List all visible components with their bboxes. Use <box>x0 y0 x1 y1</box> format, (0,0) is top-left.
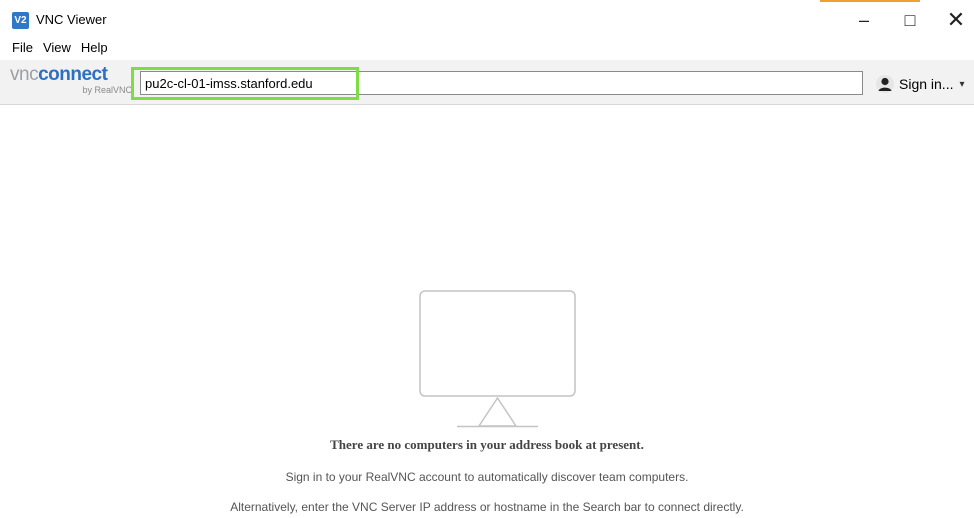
empty-state-search-hint: Alternatively, enter the VNC Server IP a… <box>230 500 744 514</box>
menu-bar: File View Help <box>0 40 108 58</box>
sign-in-button[interactable]: Sign in... ▾ <box>876 70 965 98</box>
search-input[interactable] <box>140 71 863 95</box>
chevron-down-icon[interactable]: ▾ <box>959 79 964 90</box>
logo-vnc-text: vnc <box>10 64 39 85</box>
empty-state-title: There are no computers in your address b… <box>330 437 644 452</box>
close-button[interactable]: ✕ <box>936 6 974 34</box>
menu-help[interactable]: Help <box>81 40 108 58</box>
maximize-button[interactable]: □ <box>890 6 930 34</box>
menu-file[interactable]: File <box>12 40 33 58</box>
menu-view[interactable]: View <box>43 40 71 58</box>
empty-state-signin-hint: Sign in to your RealVNC account to autom… <box>285 470 689 484</box>
vnc-connect-logo: vncconnect by RealVNC <box>10 64 132 95</box>
logo-subtitle: by RealVNC <box>82 85 132 95</box>
window-title: VNC Viewer <box>36 12 107 27</box>
minimize-button[interactable]: – <box>844 6 884 34</box>
monitor-icon <box>419 290 576 428</box>
logo-connect-text: connect <box>38 64 108 85</box>
title-bar: V2 VNC Viewer – □ ✕ <box>0 0 974 38</box>
user-avatar-icon <box>876 75 894 93</box>
sign-in-label: Sign in... <box>899 76 954 92</box>
logo-wordmark: vncconnect <box>10 64 108 86</box>
vnc-app-icon: V2 <box>12 12 29 29</box>
